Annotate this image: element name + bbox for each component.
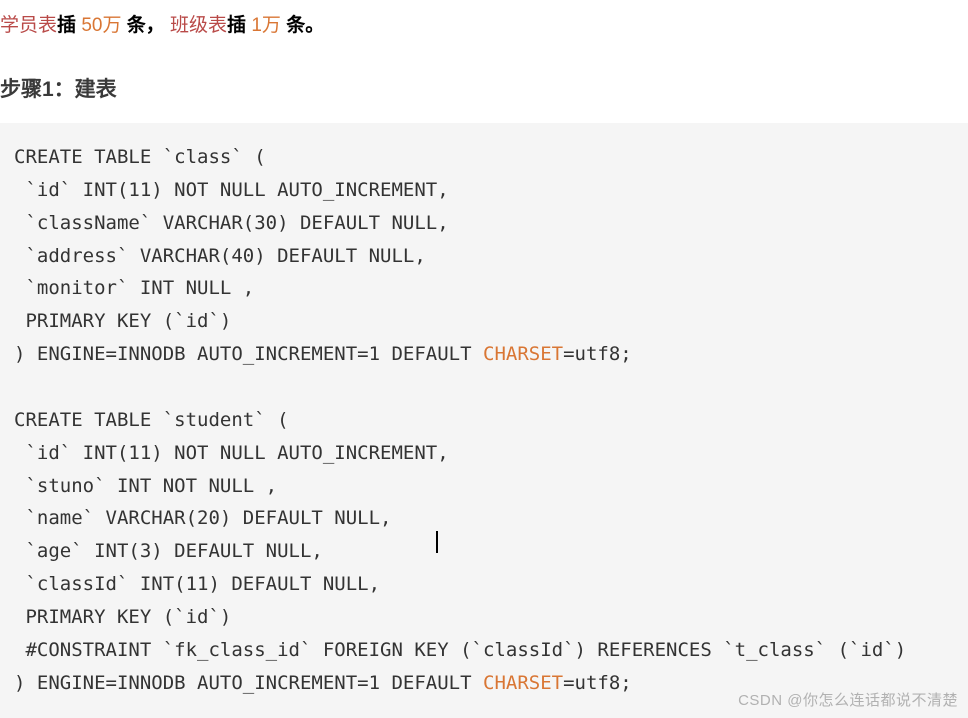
code-line: PRIMARY KEY (`id`)	[14, 310, 231, 332]
intro-count2: 1万	[251, 15, 281, 36]
intro-act2: 插	[227, 15, 246, 36]
intro-text: 学员表插 50万 条， 班级表插 1万 条。	[0, 0, 968, 43]
intro-red2: 班级表	[170, 15, 227, 36]
code-line: `stuno` INT NOT NULL ,	[14, 475, 277, 497]
code-line: #CONSTRAINT `fk_class_id` FOREIGN KEY (`…	[14, 639, 906, 661]
code-line: PRIMARY KEY (`id`)	[14, 606, 231, 628]
code-line: `name` VARCHAR(20) DEFAULT NULL,	[14, 507, 392, 529]
code-line: =utf8;	[563, 343, 632, 365]
intro-unit1: 条，	[127, 15, 165, 36]
code-line: CREATE TABLE `class` (	[14, 146, 266, 168]
intro-act1: 插	[57, 15, 76, 36]
code-line: `address` VARCHAR(40) DEFAULT NULL,	[14, 245, 426, 267]
code-line: `age` INT(3) DEFAULT NULL,	[14, 540, 323, 562]
intro-count1: 50万	[81, 15, 121, 36]
code-line: `monitor` INT NULL ,	[14, 277, 254, 299]
code-block[interactable]: CREATE TABLE `class` ( `id` INT(11) NOT …	[0, 123, 968, 718]
code-line: `className` VARCHAR(30) DEFAULT NULL,	[14, 212, 449, 234]
code-keyword-charset: CHARSET	[483, 343, 563, 365]
code-line: CREATE TABLE `student` (	[14, 409, 289, 431]
code-line: ) ENGINE=INNODB AUTO_INCREMENT=1 DEFAULT	[14, 343, 483, 365]
code-line: =utf8;	[563, 672, 632, 694]
intro-red1: 学员表	[0, 15, 57, 36]
code-keyword-charset: CHARSET	[483, 672, 563, 694]
code-line: `id` INT(11) NOT NULL AUTO_INCREMENT,	[14, 179, 449, 201]
text-cursor-icon	[436, 531, 438, 553]
code-line: `classId` INT(11) DEFAULT NULL,	[14, 573, 380, 595]
code-line: `id` INT(11) NOT NULL AUTO_INCREMENT,	[14, 442, 449, 464]
intro-unit2: 条。	[286, 15, 324, 36]
code-line: ) ENGINE=INNODB AUTO_INCREMENT=1 DEFAULT	[14, 672, 483, 694]
section-heading: 步骤1：建表	[0, 73, 968, 103]
